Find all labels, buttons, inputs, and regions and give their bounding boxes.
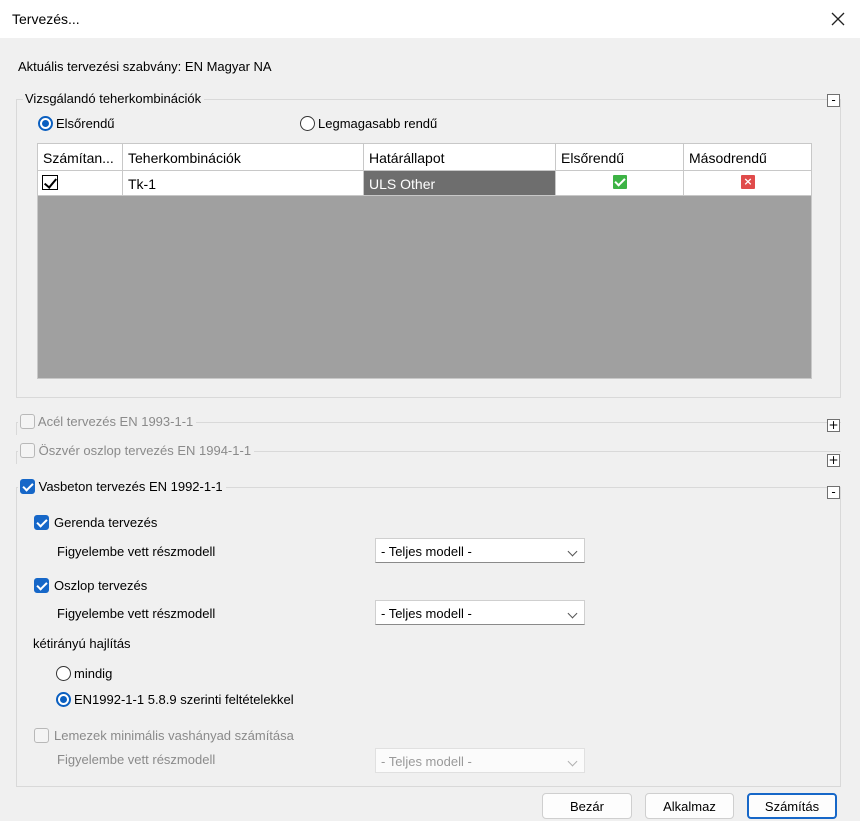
second-order-cell[interactable]: × (684, 171, 812, 196)
column-design-label: Oszlop tervezés (54, 578, 148, 593)
steel-design-title: Acél tervezés EN 1993-1-1 (37, 414, 194, 429)
current-standard-label: Aktuális tervezési szabvány: EN Magyar N… (18, 59, 272, 74)
column-header-calc[interactable]: Számítan... (38, 144, 123, 171)
chevron-down-icon (567, 546, 578, 557)
column-header-second-order[interactable]: Másodrendű (684, 144, 812, 171)
expand-icon[interactable]: + (827, 454, 840, 467)
collapse-icon[interactable]: - (827, 94, 840, 107)
column-submodel-label: Figyelembe vett részmodell (57, 606, 216, 621)
slab-submodel-value: - Teljes modell - (381, 754, 472, 769)
close-button[interactable]: Bezár (542, 793, 632, 819)
radio-highest-order-label: Legmagasabb rendű (318, 116, 438, 131)
column-header-first-order[interactable]: Elsőrendű (556, 144, 684, 171)
load-combinations-title: Vizsgálandó teherkombinációk (23, 91, 205, 106)
window-title: Tervezés... (12, 11, 80, 27)
radio-first-order-label: Elsőrendű (56, 116, 115, 131)
column-design-checkbox[interactable] (34, 578, 49, 593)
radio-conditions-label: EN1992-1-1 5.8.9 szerinti feltételekkel (74, 692, 294, 707)
beam-design-label: Gerenda tervezés (54, 515, 158, 530)
biaxial-bending-label: kétirányú hajlítás (33, 636, 131, 651)
check-icon (613, 175, 627, 189)
radio-always-label: mindig (74, 666, 113, 681)
beam-submodel-dropdown[interactable]: - Teljes modell - (375, 538, 585, 563)
composite-design-legend: Öszvér oszlop tervezés EN 1994-1-1 (18, 443, 255, 460)
column-header-combinations[interactable]: Teherkombinációk (123, 144, 364, 171)
composite-design-title: Öszvér oszlop tervezés EN 1994-1-1 (38, 443, 252, 458)
chevron-down-icon (567, 608, 578, 619)
rc-design-title: Vasbeton tervezés EN 1992-1-1 (38, 479, 223, 494)
limit-state-cell[interactable]: ULS Other (364, 171, 556, 196)
first-order-cell[interactable] (556, 171, 684, 196)
table-row-checkbox-cell[interactable] (38, 171, 123, 196)
chevron-down-icon (567, 756, 578, 767)
radio-conditions[interactable] (56, 692, 71, 707)
steel-design-checkbox[interactable] (20, 414, 35, 430)
radio-always[interactable] (56, 666, 71, 681)
beam-design-checkbox[interactable] (34, 515, 49, 530)
combination-cell[interactable]: Tk-1 (123, 171, 364, 196)
radio-highest-order[interactable] (300, 116, 315, 131)
column-submodel-value: - Teljes modell - (381, 606, 472, 621)
rc-design-legend: Vasbeton tervezés EN 1992-1-1 (18, 479, 226, 496)
slab-submodel-dropdown[interactable]: - Teljes modell - (375, 748, 585, 773)
collapse-icon[interactable]: - (827, 486, 840, 499)
calculate-button[interactable]: Számítás (747, 793, 837, 819)
cross-icon: × (741, 175, 755, 189)
composite-design-checkbox[interactable] (20, 443, 35, 459)
column-header-limit-state[interactable]: Határállapot (364, 144, 556, 171)
slab-min-reinforcement-checkbox[interactable] (34, 728, 49, 743)
slab-submodel-label: Figyelembe vett részmodell (57, 752, 216, 767)
steel-design-legend: Acél tervezés EN 1993-1-1 (18, 414, 197, 431)
column-submodel-dropdown[interactable]: - Teljes modell - (375, 600, 585, 625)
title-bar: Tervezés... (0, 0, 860, 38)
apply-button[interactable]: Alkalmaz (645, 793, 734, 819)
expand-icon[interactable]: + (827, 419, 840, 432)
row-checkbox[interactable] (42, 175, 58, 190)
beam-submodel-value: - Teljes modell - (381, 544, 472, 559)
beam-submodel-label: Figyelembe vett részmodell (57, 544, 216, 559)
radio-first-order[interactable] (38, 116, 53, 131)
rc-design-checkbox[interactable] (20, 479, 35, 495)
load-combinations-grid[interactable]: Számítan... Teherkombinációk Határállapo… (37, 143, 812, 379)
slab-min-reinforcement-label: Lemezek minimális vashányad számítása (54, 728, 294, 743)
close-icon[interactable] (824, 6, 852, 32)
